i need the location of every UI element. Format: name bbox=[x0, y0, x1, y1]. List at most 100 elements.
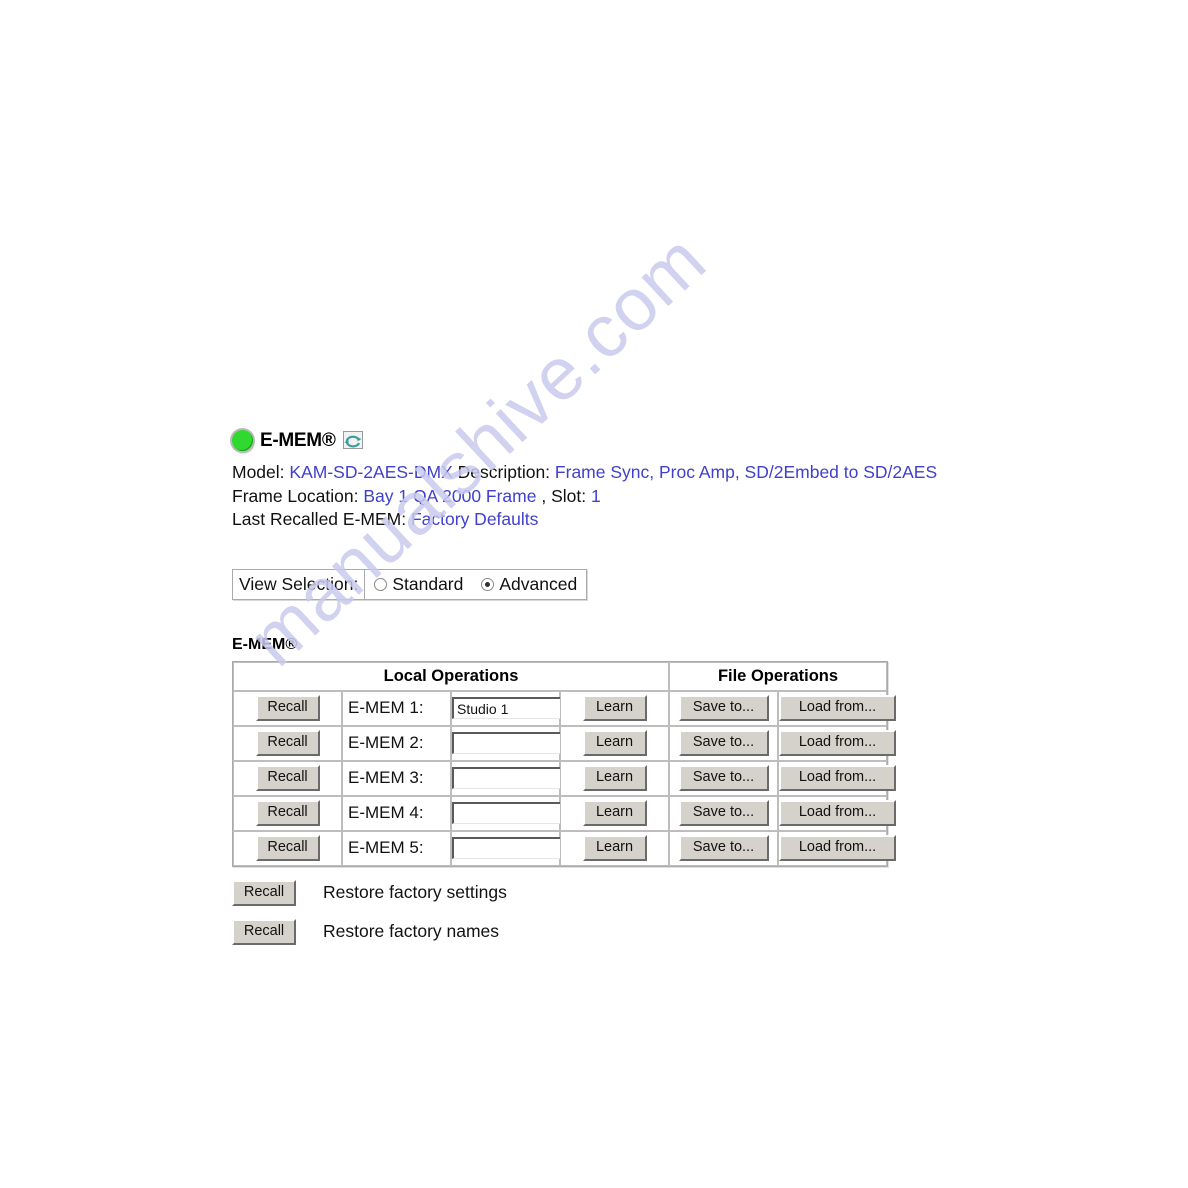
load-from-button[interactable]: Load from... bbox=[779, 695, 896, 721]
status-led-green-icon bbox=[232, 429, 253, 451]
cell-recall: Recall bbox=[233, 830, 342, 866]
cell-recall: Recall bbox=[233, 690, 342, 726]
emem-slot-label: E-MEM 1: bbox=[348, 698, 424, 717]
slot-label: , Slot: bbox=[541, 485, 587, 506]
cell-load-from: Load from... bbox=[778, 690, 896, 726]
emem-slot-label: E-MEM 2: bbox=[348, 733, 424, 752]
recall-button[interactable]: Recall bbox=[255, 765, 320, 791]
load-from-button[interactable]: Load from... bbox=[779, 800, 896, 826]
cell-name-input bbox=[451, 795, 612, 831]
load-from-button[interactable]: Load from... bbox=[779, 730, 896, 756]
learn-button[interactable]: Learn bbox=[582, 730, 647, 756]
cell-name-input bbox=[451, 830, 612, 866]
view-selection-label: View Selection: bbox=[233, 569, 366, 599]
frame-location-value[interactable]: Bay 1 QA 2000 Frame bbox=[363, 486, 536, 506]
recall-button[interactable]: Recall bbox=[255, 800, 320, 826]
recall-button[interactable]: Recall bbox=[255, 730, 320, 756]
view-option-standard[interactable]: Standard bbox=[374, 573, 463, 595]
cell-learn: Learn bbox=[560, 690, 669, 726]
learn-button[interactable]: Learn bbox=[582, 800, 647, 826]
emem-slot-label: E-MEM 3: bbox=[348, 768, 424, 787]
description-value[interactable]: Frame Sync, Proc Amp, SD/2Embed to SD/2A… bbox=[555, 462, 937, 482]
cell-name-input bbox=[451, 725, 612, 761]
cell-learn: Learn bbox=[560, 760, 669, 796]
page-header: E-MEM® bbox=[232, 428, 932, 452]
model-line: Model: KAM-SD-2AES-DMX Description: Fram… bbox=[232, 461, 937, 485]
save-to-button[interactable]: Save to... bbox=[678, 800, 769, 826]
cell-recall: Recall bbox=[233, 795, 342, 831]
column-header-file-operations: File Operations bbox=[669, 661, 887, 691]
cell-load-from: Load from... bbox=[778, 795, 896, 831]
cell-save-to: Save to... bbox=[669, 725, 778, 761]
view-selection: View Selection: Standard Advanced bbox=[232, 568, 588, 600]
learn-button[interactable]: Learn bbox=[582, 765, 647, 791]
cell-slot-label: E-MEM 3: bbox=[342, 760, 451, 796]
table-row: Recall E-MEM 4: Learn Save to... Load fr… bbox=[233, 795, 896, 831]
cell-save-to: Save to... bbox=[669, 795, 778, 831]
view-option-standard-label: Standard bbox=[392, 573, 464, 594]
cell-slot-label: E-MEM 2: bbox=[342, 725, 451, 761]
device-info-block: Model: KAM-SD-2AES-DMX Description: Fram… bbox=[232, 461, 937, 532]
save-to-button[interactable]: Save to... bbox=[678, 730, 769, 756]
refresh-icon[interactable] bbox=[336, 431, 363, 449]
model-value[interactable]: KAM-SD-2AES-DMX bbox=[289, 462, 452, 482]
save-to-button[interactable]: Save to... bbox=[678, 695, 769, 721]
last-recalled-label: Last Recalled E-MEM: bbox=[232, 509, 407, 529]
recall-button[interactable]: Recall bbox=[255, 835, 320, 861]
emem-page: E-MEM® Model: KAM-SD-2AES-DMX Descriptio… bbox=[232, 428, 937, 945]
cell-slot-label: E-MEM 4: bbox=[342, 795, 451, 831]
view-selection-options: Standard Advanced bbox=[365, 570, 586, 599]
restore-factory-names-recall-button[interactable]: Recall bbox=[232, 918, 296, 945]
restore-factory-settings-row: Recall Restore factory settings bbox=[232, 879, 932, 906]
cell-save-to: Save to... bbox=[669, 830, 778, 866]
save-to-button[interactable]: Save to... bbox=[678, 765, 769, 791]
cell-load-from: Load from... bbox=[778, 760, 896, 796]
cell-save-to: Save to... bbox=[669, 760, 778, 796]
cell-slot-label: E-MEM 1: bbox=[342, 690, 451, 726]
frame-location-label: Frame Location: bbox=[232, 485, 359, 506]
cell-load-from: Load from... bbox=[778, 725, 896, 761]
slot-value[interactable]: 1 bbox=[591, 486, 601, 506]
refresh-icon-glyph bbox=[342, 431, 363, 449]
cell-learn: Learn bbox=[560, 830, 669, 866]
table-row: Recall E-MEM 3: Learn Save to... Load fr… bbox=[233, 760, 896, 796]
description-label: Description: bbox=[457, 462, 551, 482]
emem-section-heading: E-MEM® bbox=[232, 635, 298, 653]
column-header-local-operations: Local Operations bbox=[233, 661, 669, 691]
page-title: E-MEM® bbox=[260, 429, 336, 451]
radio-standard-icon[interactable] bbox=[374, 578, 388, 591]
cell-learn: Learn bbox=[560, 795, 669, 831]
learn-button[interactable]: Learn bbox=[582, 835, 647, 861]
frame-location-line: Frame Location: Bay 1 QA 2000 Frame , Sl… bbox=[232, 485, 932, 509]
cell-recall: Recall bbox=[233, 760, 342, 796]
cell-name-input bbox=[451, 760, 612, 796]
table-row: Recall E-MEM 2: Learn Save to... Load fr… bbox=[233, 725, 896, 761]
save-to-button[interactable]: Save to... bbox=[678, 835, 769, 861]
cell-load-from: Load from... bbox=[778, 830, 896, 866]
emem-table: Local Operations File Operations Recall … bbox=[232, 660, 896, 867]
table-row: Recall E-MEM 5: Learn Save to... Load fr… bbox=[233, 830, 896, 866]
cell-recall: Recall bbox=[233, 725, 342, 761]
last-recalled-line: Last Recalled E-MEM: Factory Defaults bbox=[232, 508, 932, 532]
cell-slot-label: E-MEM 5: bbox=[342, 830, 451, 866]
restore-factory-names-row: Recall Restore factory names bbox=[232, 918, 932, 945]
restore-factory-settings-label: Restore factory settings bbox=[323, 882, 507, 902]
table-row: Recall E-MEM 1: Learn Save to... Load fr… bbox=[233, 690, 896, 726]
table-header-row: Local Operations File Operations bbox=[233, 661, 887, 691]
cell-learn: Learn bbox=[560, 725, 669, 761]
cell-name-input bbox=[451, 690, 612, 726]
model-label: Model: bbox=[232, 462, 285, 482]
emem-slot-label: E-MEM 4: bbox=[348, 803, 424, 822]
learn-button[interactable]: Learn bbox=[582, 695, 647, 721]
emem-slot-label: E-MEM 5: bbox=[348, 838, 424, 857]
restore-factory-settings-recall-button[interactable]: Recall bbox=[232, 879, 296, 906]
view-option-advanced-label: Advanced bbox=[499, 573, 578, 594]
last-recalled-value[interactable]: Factory Defaults bbox=[411, 509, 538, 529]
cell-save-to: Save to... bbox=[669, 690, 778, 726]
load-from-button[interactable]: Load from... bbox=[779, 835, 896, 861]
recall-button[interactable]: Recall bbox=[255, 695, 320, 721]
restore-factory-names-label: Restore factory names bbox=[323, 921, 500, 941]
radio-advanced-icon[interactable] bbox=[481, 578, 495, 591]
view-option-advanced[interactable]: Advanced bbox=[481, 573, 577, 595]
load-from-button[interactable]: Load from... bbox=[779, 765, 896, 791]
